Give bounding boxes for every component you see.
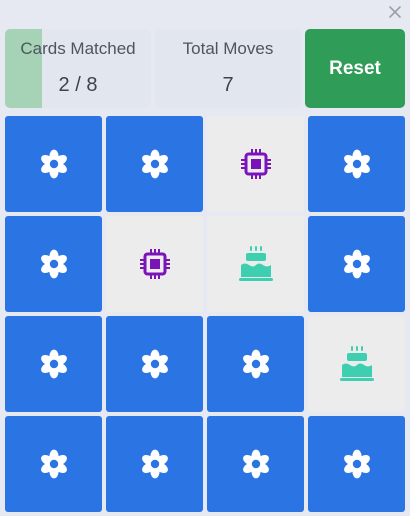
memory-card[interactable] [207,316,304,412]
total-moves-panel: Total Moves 7 [155,29,301,108]
memory-card[interactable] [207,216,304,312]
chip-icon [135,244,175,284]
cake-icon [337,344,377,384]
flower-icon [139,348,171,380]
chip-icon [236,144,276,184]
flower-icon [240,448,272,480]
cards-matched-value: 2 / 8 [58,74,98,96]
flower-icon [240,348,272,380]
memory-card[interactable] [5,316,102,412]
flower-icon [38,348,70,380]
close-icon[interactable] [385,2,405,22]
memory-card[interactable] [308,416,405,512]
memory-card[interactable] [308,116,405,212]
cake-icon [236,244,276,284]
flower-icon [341,448,373,480]
memory-card[interactable] [106,416,203,512]
reset-button[interactable]: Reset [305,29,405,108]
flower-icon [341,248,373,280]
memory-card[interactable] [106,216,203,312]
cards-matched-panel: Cards Matched 2 / 8 [5,29,151,108]
memory-card[interactable] [207,416,304,512]
memory-card[interactable] [5,416,102,512]
memory-card[interactable] [207,116,304,212]
stats-header: Cards Matched 2 / 8 Total Moves 7 Reset [5,29,405,108]
flower-icon [341,148,373,180]
memory-card[interactable] [106,316,203,412]
memory-card[interactable] [106,116,203,212]
flower-icon [139,448,171,480]
card-grid [5,116,405,512]
memory-card[interactable] [308,316,405,412]
flower-icon [38,148,70,180]
flower-icon [139,148,171,180]
memory-card[interactable] [308,216,405,312]
memory-card[interactable] [5,116,102,212]
total-moves-label: Total Moves [182,39,274,58]
total-moves-value: 7 [222,74,234,96]
memory-card[interactable] [5,216,102,312]
flower-icon [38,248,70,280]
flower-icon [38,448,70,480]
cards-matched-label: Cards Matched [20,39,136,58]
